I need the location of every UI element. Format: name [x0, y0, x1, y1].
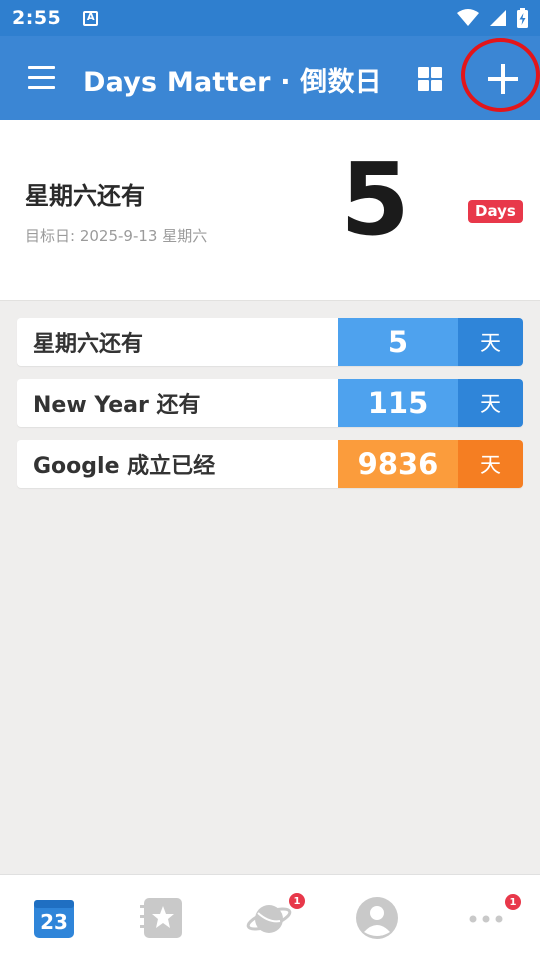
event-title: 星期六还有: [33, 332, 144, 357]
featured-event-count: 5: [340, 141, 410, 258]
avatar-icon: [356, 897, 398, 939]
list-item[interactable]: New Year 还有 115 天: [17, 379, 523, 427]
calendar-day: 23: [40, 910, 68, 934]
nav-discover[interactable]: 1: [216, 875, 324, 960]
days-badge: Days: [468, 200, 523, 223]
app-bar: Days Matter · 倒数日: [0, 36, 540, 120]
battery-icon: [517, 8, 528, 28]
event-count: 9836: [338, 440, 458, 488]
planet-icon: [246, 905, 292, 933]
star-list-icon: [140, 898, 182, 938]
event-unit: 天: [458, 379, 523, 427]
event-count: 115: [338, 379, 458, 427]
nav-favorites[interactable]: [108, 875, 216, 960]
event-count: 5: [338, 318, 458, 366]
notification-a-icon: A: [83, 10, 99, 26]
nav-calendar[interactable]: 23: [0, 875, 108, 960]
list-item[interactable]: 星期六还有 5 天: [17, 318, 523, 366]
event-list: 星期六还有 5 天 New Year 还有 115 天 Google 成立已经 …: [17, 318, 523, 501]
list-item[interactable]: Google 成立已经 9836 天: [17, 440, 523, 488]
nav-more[interactable]: 1: [432, 875, 540, 960]
discover-badge: 1: [289, 893, 305, 909]
event-unit: 天: [458, 318, 523, 366]
menu-icon[interactable]: [20, 62, 62, 94]
bottom-navigation: 23 1 1: [0, 874, 540, 960]
nav-profile[interactable]: [324, 875, 432, 960]
grid-view-icon[interactable]: [414, 64, 448, 98]
event-unit: 天: [458, 440, 523, 488]
event-title: New Year 还有: [33, 393, 201, 418]
more-icon: [469, 915, 503, 923]
featured-event-title: 星期六还有: [25, 182, 145, 210]
app-title: Days Matter · 倒数日: [83, 67, 382, 98]
status-time: 2:55: [12, 7, 62, 29]
event-title: Google 成立已经: [33, 454, 216, 479]
featured-event-target-date: 目标日: 2025-9-13 星期六: [25, 227, 208, 245]
notification-letter: A: [86, 12, 95, 23]
signal-icon: [490, 10, 506, 26]
wifi-icon: [457, 9, 479, 26]
status-bar: 2:55 A: [0, 0, 540, 36]
featured-event-card[interactable]: 星期六还有 目标日: 2025-9-13 星期六 5 Days: [0, 120, 540, 301]
add-icon[interactable]: [478, 54, 528, 104]
more-badge: 1: [505, 894, 521, 910]
